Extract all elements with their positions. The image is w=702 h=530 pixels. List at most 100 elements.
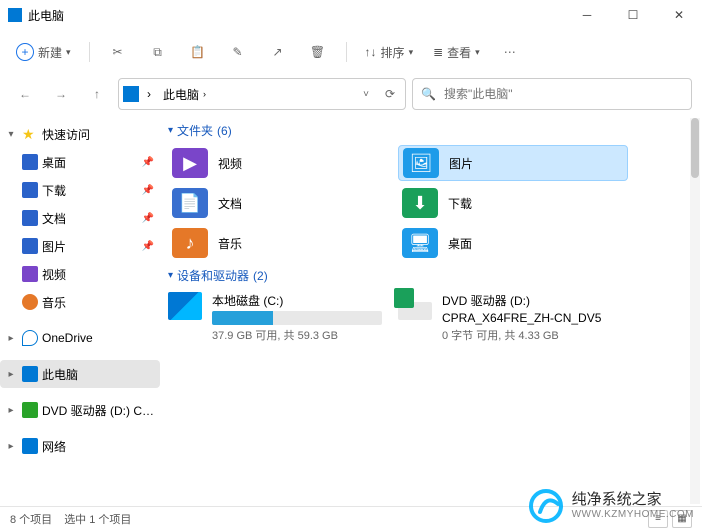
back-button[interactable]: ← [10, 79, 40, 109]
folder-music[interactable]: ♪ 音乐 [168, 225, 398, 261]
sidebar-item-desktop[interactable]: 桌面📌 [0, 148, 160, 176]
sidebar-dvd[interactable]: ▸DVD 驱动器 (D:) CPRA_X64FRE_ZH-CN_DV5 [0, 396, 160, 424]
rename-button[interactable]: ✎ [220, 36, 256, 68]
breadcrumb-label: 此电脑 [163, 86, 199, 103]
download-icon [22, 182, 38, 198]
sidebar-item-music[interactable]: 音乐 [0, 288, 160, 316]
up-button[interactable]: ↑ [82, 79, 112, 109]
status-selection: 选中 1 个项目 [64, 511, 131, 527]
sidebar-quickaccess[interactable]: ▾ ★ 快速访问 [0, 120, 160, 148]
search-input[interactable] [442, 86, 683, 102]
window-icon [8, 8, 22, 22]
drive-dvd[interactable]: DVD 驱动器 (D:) CPRA_X64FRE_ZH-CN_DV5 0 字节 … [398, 292, 628, 343]
pin-icon: 📌 [142, 241, 154, 252]
view-icon: ≣ [433, 45, 443, 59]
sidebar-label: 网络 [42, 438, 160, 455]
chevron-right-icon: ▸ [4, 405, 18, 416]
folder-label: 下载 [448, 195, 472, 212]
cut-button[interactable]: ✂ [100, 36, 136, 68]
cloud-icon [22, 330, 38, 346]
video-folder-icon: ▶ [172, 148, 208, 178]
main-pane: ▾文件夹 (6) ▶视频 🖼图片 📄文档 ⬇下载 ♪ 音乐 🖥桌面 ▾设备和驱动器… [160, 114, 702, 506]
sidebar-onedrive[interactable]: ▸OneDrive [0, 324, 160, 352]
dvd-icon [22, 402, 38, 418]
sidebar-item-pictures[interactable]: 图片 📌 [0, 232, 160, 260]
group-devices[interactable]: ▾设备和驱动器 (2) [168, 267, 694, 284]
breadcrumb-root[interactable]: 此电脑 › [159, 84, 210, 105]
new-button[interactable]: + 新建 ▾ [8, 36, 79, 68]
folder-label: 音乐 [218, 235, 242, 252]
drive-local[interactable]: 本地磁盘 (C:) 37.9 GB 可用, 共 59.3 GB [168, 292, 398, 343]
paste-button[interactable]: 📋 [180, 36, 216, 68]
sidebar-label: 快速访问 [42, 126, 160, 143]
drive-sublabel: CPRA_X64FRE_ZH-CN_DV5 [442, 311, 612, 325]
chevron-down-icon: ▾ [66, 47, 71, 58]
toolbar: + 新建 ▾ ✂ ⧉ 📋 ✎ ↗ 🗑 ↑↓ 排序 ▾ ≣ 查看 ▾ ⋯ [0, 30, 702, 74]
folder-documents[interactable]: 📄文档 [168, 185, 398, 221]
plus-icon: + [16, 43, 34, 61]
close-button[interactable]: ✕ [656, 0, 702, 30]
watermark-icon [528, 488, 564, 524]
capacity-bar [212, 311, 382, 325]
cut-icon: ✂ [113, 45, 123, 59]
delete-button[interactable]: 🗑 [300, 36, 336, 68]
chevron-right-icon: ▸ [4, 441, 18, 452]
window-title: 此电脑 [28, 7, 564, 24]
minimize-button[interactable]: ─ [564, 0, 610, 30]
capacity-fill [212, 311, 273, 325]
forward-button[interactable]: → [46, 79, 76, 109]
refresh-button[interactable]: ⟳ [379, 87, 401, 101]
group-label: 文件夹 [177, 122, 213, 139]
picture-folder-icon: 🖼 [403, 148, 439, 178]
picture-icon [22, 238, 38, 254]
sidebar-network[interactable]: ▸ 网络 [0, 432, 160, 460]
sort-label: 排序 [381, 44, 405, 61]
sidebar-item-label: 图片 [42, 238, 138, 255]
folder-videos[interactable]: ▶视频 [168, 145, 398, 181]
view-label: 查看 [447, 44, 471, 61]
scrollbar[interactable] [690, 118, 700, 504]
view-button[interactable]: ≣ 查看 ▾ [425, 36, 488, 68]
sidebar-item-videos[interactable]: 视频 [0, 260, 160, 288]
dvd-drive-icon [398, 292, 432, 320]
address-bar[interactable]: › 此电脑 › ˅ ⟳ [118, 78, 406, 110]
folder-pictures[interactable]: 🖼图片 [398, 145, 628, 181]
scrollbar-thumb[interactable] [691, 118, 699, 178]
separator [346, 42, 347, 62]
share-button[interactable]: ↗ [260, 36, 296, 68]
group-count: (2) [253, 269, 268, 283]
trash-icon: 🗑 [310, 45, 325, 59]
sort-button[interactable]: ↑↓ 排序 ▾ [357, 36, 422, 68]
sidebar: ▾ ★ 快速访问 桌面📌 下载📌 文档📌 图片 📌 视频 音乐 ▸OneDrive… [0, 114, 160, 506]
sidebar-item-label: 视频 [42, 266, 160, 283]
group-label: 设备和驱动器 [177, 267, 249, 284]
sidebar-item-downloads[interactable]: 下载📌 [0, 176, 160, 204]
group-folders[interactable]: ▾文件夹 (6) [168, 122, 694, 139]
document-icon [22, 210, 38, 226]
sidebar-item-label: 音乐 [42, 294, 160, 311]
sidebar-thispc[interactable]: ▸此电脑 [0, 360, 160, 388]
copy-button[interactable]: ⧉ [140, 36, 176, 68]
status-count: 8 个项目 [10, 511, 52, 527]
music-folder-icon: ♪ [172, 228, 208, 258]
breadcrumb-sep: › [143, 85, 155, 103]
more-button[interactable]: ⋯ [492, 36, 528, 68]
drive-icon [168, 292, 202, 320]
sidebar-item-documents[interactable]: 文档📌 [0, 204, 160, 232]
video-icon [22, 266, 38, 282]
folder-desktop[interactable]: 🖥桌面 [398, 225, 628, 261]
sidebar-item-label: 桌面 [42, 154, 138, 171]
search-box[interactable]: 🔍 [412, 78, 692, 110]
desktop-folder-icon: 🖥 [402, 228, 438, 258]
thispc-icon [123, 86, 139, 102]
paste-icon: 📋 [190, 45, 205, 59]
maximize-button[interactable]: ☐ [610, 0, 656, 30]
address-row: ← → ↑ › 此电脑 › ˅ ⟳ 🔍 [0, 74, 702, 114]
new-label: 新建 [38, 44, 62, 61]
star-icon: ★ [22, 126, 38, 142]
folder-downloads[interactable]: ⬇下载 [398, 185, 628, 221]
network-icon [22, 438, 38, 454]
drive-meta: 0 字节 可用, 共 4.33 GB [442, 327, 612, 343]
search-icon: 🔍 [421, 87, 436, 101]
chevron-down-icon[interactable]: ˅ [357, 89, 375, 100]
